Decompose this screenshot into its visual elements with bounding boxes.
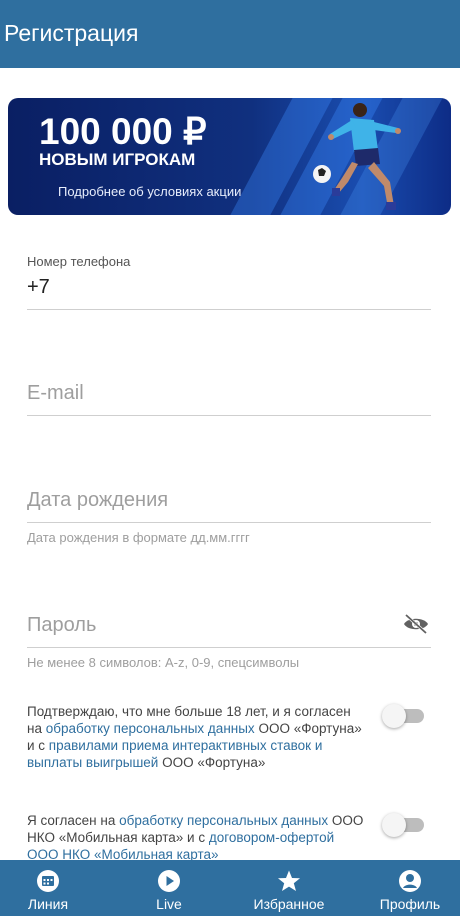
password-input[interactable]: Пароль bbox=[27, 614, 96, 637]
nav-item-favorites[interactable]: Избранное bbox=[244, 860, 334, 916]
promo-subtitle: НОВЫМ ИГРОКАМ bbox=[39, 150, 196, 169]
bottom-navigation: Линия Live Избранное Профиль bbox=[0, 860, 460, 916]
phone-underline bbox=[27, 309, 431, 310]
birthdate-input[interactable]: Дата рождения bbox=[27, 489, 168, 512]
profile-icon bbox=[399, 870, 421, 892]
phone-input[interactable]: +7 bbox=[27, 276, 50, 299]
email-input[interactable]: E-mail bbox=[27, 382, 84, 405]
phone-field[interactable]: Номер телефона +7 bbox=[27, 250, 431, 312]
email-underline bbox=[27, 415, 431, 416]
calendar-icon bbox=[37, 870, 59, 892]
football-player-image bbox=[313, 103, 401, 210]
page-title: Регистрация bbox=[4, 20, 139, 46]
nav-item-profile[interactable]: Профиль bbox=[365, 860, 455, 916]
password-underline bbox=[27, 647, 431, 648]
birthdate-field[interactable]: Дата рождения Дата рождения в формате дд… bbox=[27, 487, 431, 549]
nav-label: Избранное bbox=[253, 896, 325, 912]
star-icon bbox=[278, 870, 300, 891]
personal-data-link[interactable]: обработку персональных данных bbox=[46, 721, 255, 736]
nav-item-live[interactable]: Live bbox=[124, 860, 214, 916]
promo-details-link[interactable]: Подробнее об условиях акции bbox=[58, 184, 241, 199]
nav-label: Профиль bbox=[379, 896, 441, 912]
hide-password-icon[interactable] bbox=[403, 614, 429, 634]
agreement-text: ООО «Фортуна» bbox=[158, 755, 266, 770]
phone-label: Номер телефона bbox=[27, 254, 131, 269]
promo-banner[interactable]: 100 000 ₽ НОВЫМ ИГРОКАМ Подробнее об усл… bbox=[8, 98, 451, 215]
agreement-nko-toggle[interactable] bbox=[382, 813, 426, 837]
nav-label: Линия bbox=[27, 896, 69, 912]
birthdate-underline bbox=[27, 522, 431, 523]
password-hint: Не менее 8 символов: A-z, 0-9, спецсимво… bbox=[27, 655, 300, 670]
agreement-text: Я согласен на bbox=[27, 813, 120, 828]
agreement-age-text: Подтверждаю, что мне больше 18 лет, и я … bbox=[27, 703, 367, 771]
app-bar: Регистрация bbox=[0, 0, 460, 68]
birthdate-hint: Дата рождения в формате дд.мм.гггг bbox=[27, 530, 250, 545]
play-icon bbox=[158, 870, 180, 892]
agreement-age-toggle[interactable] bbox=[382, 704, 426, 728]
nav-label: Live bbox=[156, 896, 182, 912]
password-field[interactable]: Пароль Не менее 8 символов: A-z, 0-9, сп… bbox=[27, 612, 431, 674]
promo-amount: 100 000 ₽ bbox=[39, 111, 207, 152]
nav-item-line[interactable]: Линия bbox=[3, 860, 93, 916]
personal-data-link[interactable]: обработку персональных данных bbox=[119, 813, 328, 828]
email-field[interactable]: E-mail bbox=[27, 380, 431, 420]
agreement-nko-text: Я согласен на обработку персональных дан… bbox=[27, 812, 367, 863]
